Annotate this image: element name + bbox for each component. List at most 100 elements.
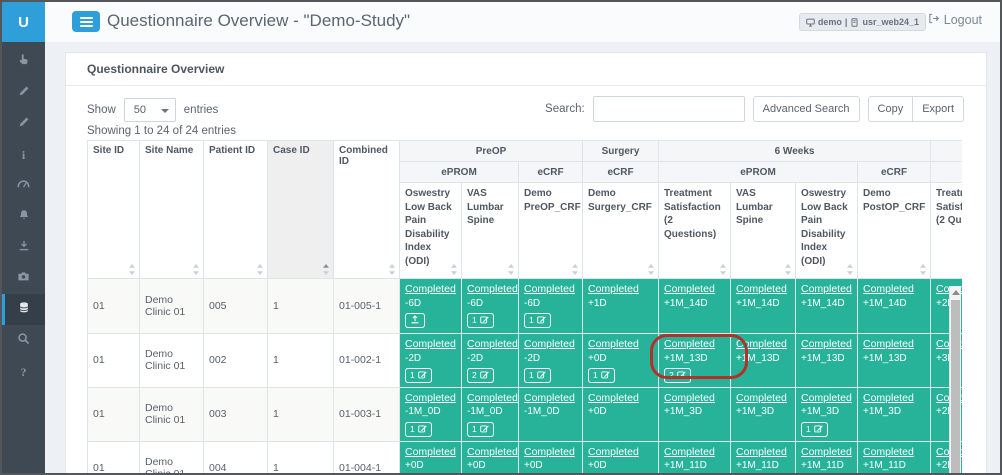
status-link[interactable]: Completed bbox=[405, 338, 456, 350]
sidebar-item-hand-pointer-0[interactable] bbox=[2, 46, 45, 77]
status-link[interactable]: Completed bbox=[524, 392, 575, 404]
status-link[interactable]: Completed bbox=[664, 392, 715, 404]
search-input[interactable] bbox=[593, 96, 745, 122]
vertical-scrollbar[interactable] bbox=[949, 286, 961, 475]
status-link[interactable]: Completed bbox=[664, 446, 715, 458]
column-header-questionnaire[interactable]: VAS Lumbar Spine bbox=[462, 183, 519, 279]
column-header-questionnaire[interactable]: Oswestry Low Back Pain Disability Index … bbox=[400, 183, 462, 279]
status-link[interactable]: Completed bbox=[736, 446, 787, 458]
column-header-combined-id[interactable]: Combined ID bbox=[334, 141, 400, 279]
column-header-site-id[interactable]: Site ID bbox=[88, 141, 140, 279]
schedule-offset: +1M_13D bbox=[736, 353, 780, 364]
status-link[interactable]: Completed bbox=[863, 446, 914, 458]
status-link[interactable]: Completed bbox=[588, 283, 639, 295]
status-link[interactable]: Completed bbox=[863, 338, 914, 350]
schedule-offset: -6D bbox=[405, 298, 421, 309]
upload-badge-button[interactable] bbox=[405, 313, 425, 328]
status-link[interactable]: Completed bbox=[664, 338, 715, 350]
menu-toggle-button[interactable] bbox=[72, 11, 100, 32]
page-size-select[interactable]: 50 bbox=[124, 98, 176, 122]
export-button[interactable]: Export bbox=[912, 96, 964, 122]
sidebar-item-database-8[interactable] bbox=[2, 294, 45, 325]
questionnaire-status-cell: Completed+1M_3D bbox=[659, 387, 731, 441]
column-header-questionnaire[interactable]: Treatment Satisfaction (2 Questions) bbox=[659, 183, 731, 279]
edit-count-badge-button[interactable]: 1 bbox=[405, 422, 432, 437]
status-link[interactable]: Completed bbox=[524, 283, 575, 295]
edit-count-badge-button[interactable]: 1 bbox=[588, 368, 615, 383]
edit-count-badge-button[interactable]: 1 bbox=[467, 422, 494, 437]
scrollbar-thumb[interactable] bbox=[951, 300, 960, 475]
base-cell: 1 bbox=[268, 441, 334, 475]
column-header-questionnaire[interactable]: Demo PostOP_CRF bbox=[858, 183, 931, 279]
questionnaire-status-cell-annotated: Completed+1M_13D2 bbox=[659, 333, 731, 387]
schedule-offset: -1M_0D bbox=[467, 406, 503, 417]
column-header-questionnaire[interactable]: Treatment Satisfaction (2 Questions) bbox=[931, 183, 962, 279]
status-link[interactable]: Completed bbox=[588, 392, 639, 404]
monitor-icon bbox=[806, 18, 815, 27]
scroll-up-button[interactable] bbox=[950, 286, 961, 299]
status-link[interactable]: Completed bbox=[467, 283, 518, 295]
edit-count-badge-button[interactable]: 1 bbox=[524, 313, 551, 328]
edit-count-badge-button[interactable]: 2 bbox=[664, 368, 691, 383]
edit-count-badge-button[interactable]: 1 bbox=[524, 368, 551, 383]
app-logo[interactable]: U bbox=[2, 2, 45, 42]
sort-icon bbox=[784, 264, 792, 275]
logout-button[interactable]: Logout bbox=[922, 12, 988, 28]
column-header-site-name[interactable]: Site Name bbox=[140, 141, 204, 279]
column-header-patient-id[interactable]: Patient ID bbox=[204, 141, 268, 279]
sort-icon bbox=[322, 264, 330, 275]
sidebar-item-pencil-1[interactable] bbox=[2, 77, 45, 108]
status-link[interactable]: Completed bbox=[467, 446, 518, 458]
status-link[interactable]: Completed bbox=[405, 446, 456, 458]
edit-count-badge-button[interactable]: 1 bbox=[405, 368, 432, 383]
copy-button[interactable]: Copy bbox=[868, 96, 914, 122]
status-link[interactable]: Completed bbox=[801, 392, 852, 404]
edit-icon bbox=[537, 315, 546, 326]
sidebar-item-info-3[interactable]: i bbox=[2, 139, 45, 170]
status-link[interactable]: Completed bbox=[467, 392, 518, 404]
status-link[interactable]: Completed bbox=[801, 338, 852, 350]
column-header-case-id[interactable]: Case ID bbox=[268, 141, 334, 279]
sidebar-item-gauge-4[interactable] bbox=[2, 170, 45, 201]
gauge-icon bbox=[17, 177, 30, 195]
advanced-search-button[interactable]: Advanced Search bbox=[753, 96, 860, 122]
status-link[interactable]: Completed bbox=[801, 283, 852, 295]
status-link[interactable]: Completed bbox=[736, 392, 787, 404]
status-link[interactable]: Completed bbox=[664, 283, 715, 295]
status-link[interactable]: Completed bbox=[467, 338, 518, 350]
sidebar-item-camera-7[interactable] bbox=[2, 263, 45, 294]
status-link[interactable]: Completed bbox=[736, 338, 787, 350]
column-header-questionnaire[interactable]: VAS Lumbar Spine bbox=[731, 183, 796, 279]
column-header-questionnaire[interactable]: Oswestry Low Back Pain Disability Index … bbox=[796, 183, 858, 279]
sidebar-item-help-10[interactable]: ? bbox=[2, 356, 45, 387]
status-link[interactable]: Completed bbox=[405, 392, 456, 404]
table-head: Site IDSite NamePatient IDCase IDCombine… bbox=[88, 141, 963, 279]
table-scroll-area: Site IDSite NamePatient IDCase IDCombine… bbox=[87, 140, 962, 475]
table-info: Showing 1 to 24 of 24 entries bbox=[87, 125, 236, 137]
status-link[interactable]: Completed bbox=[736, 283, 787, 295]
questionnaire-status-cell: Completed+1M_3D bbox=[731, 387, 796, 441]
status-link[interactable]: Completed bbox=[405, 283, 456, 295]
edit-count-badge-button[interactable]: 1 bbox=[467, 313, 494, 328]
edit-count: 1 bbox=[529, 371, 534, 380]
status-link[interactable]: Completed bbox=[524, 338, 575, 350]
status-link[interactable]: Completed bbox=[588, 338, 639, 350]
status-link[interactable]: Completed bbox=[863, 283, 914, 295]
schedule-offset: +1M_13D bbox=[801, 353, 845, 364]
schedule-offset: +0D bbox=[588, 460, 607, 471]
column-header-questionnaire[interactable]: Demo PreOP_CRF bbox=[519, 183, 583, 279]
status-link[interactable]: Completed bbox=[863, 392, 914, 404]
sidebar-item-download-6[interactable] bbox=[2, 232, 45, 263]
status-link[interactable]: Completed bbox=[801, 446, 852, 458]
period-header bbox=[931, 141, 962, 162]
sidebar-item-pencil-2[interactable] bbox=[2, 108, 45, 139]
column-header-questionnaire[interactable]: Demo Surgery_CRF bbox=[583, 183, 659, 279]
upload-icon bbox=[410, 315, 420, 326]
edit-count-badge-button[interactable]: 1 bbox=[801, 422, 828, 437]
edit-count-badge-button[interactable]: 2 bbox=[467, 368, 494, 383]
sidebar-item-bell-5[interactable] bbox=[2, 201, 45, 232]
sidebar-item-search-9[interactable] bbox=[2, 325, 45, 356]
edit-count: 2 bbox=[472, 371, 477, 380]
status-link[interactable]: Completed bbox=[588, 446, 639, 458]
status-link[interactable]: Completed bbox=[524, 446, 575, 458]
